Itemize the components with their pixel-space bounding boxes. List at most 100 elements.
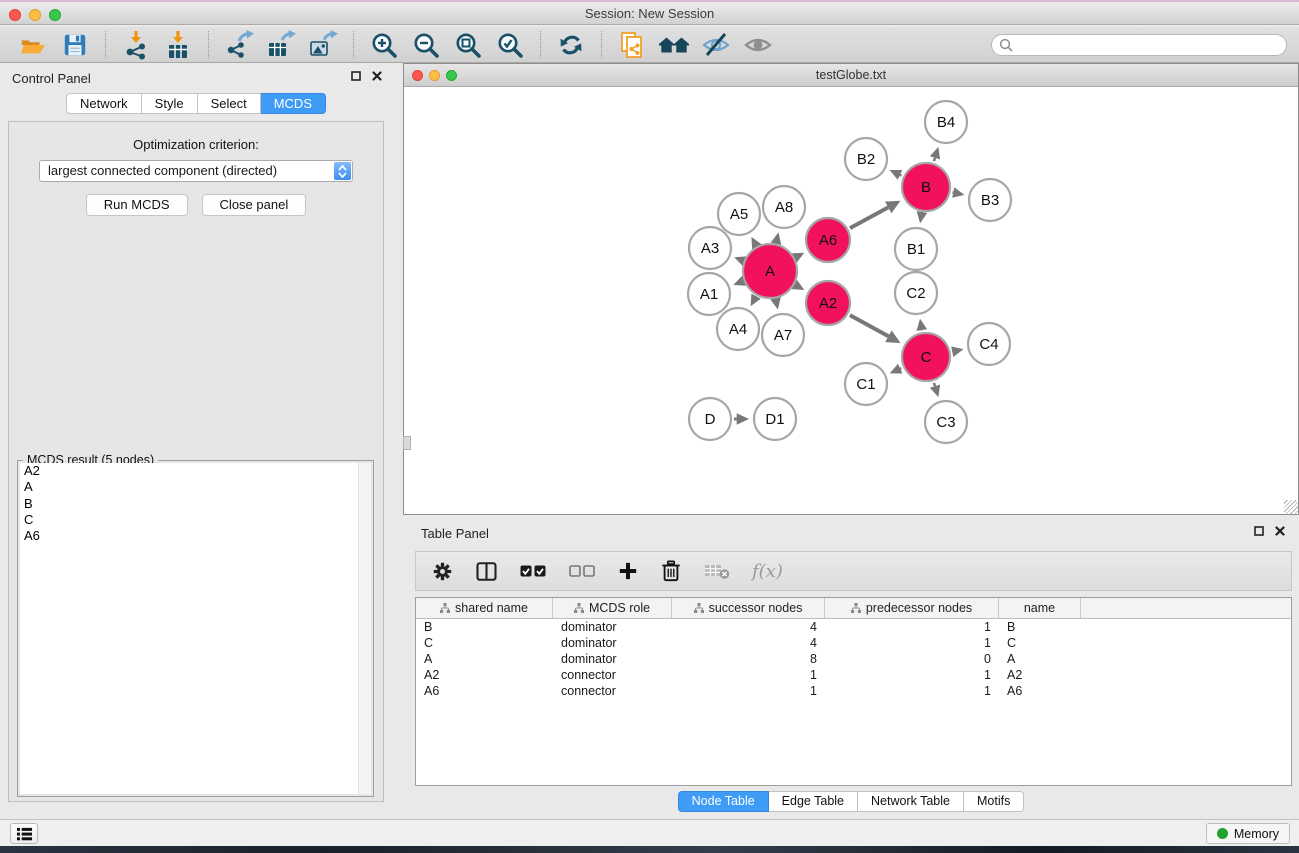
table-row[interactable]: Bdominator41B: [416, 619, 1291, 635]
mcds-result-group: MCDS result (5 nodes) A2ABCA6: [17, 460, 374, 797]
show-columns-icon[interactable]: [475, 561, 498, 582]
table-cell: A2: [999, 668, 1081, 682]
splitter-handle[interactable]: [403, 436, 411, 450]
status-bar: Memory: [0, 819, 1299, 846]
close-panel-icon[interactable]: [372, 71, 382, 81]
import-network-button[interactable]: [118, 30, 154, 60]
zoom-window-button[interactable]: [49, 9, 61, 21]
tab-network[interactable]: Network: [66, 93, 142, 114]
export-table-button[interactable]: [263, 30, 299, 60]
toolbar-separator: [105, 31, 106, 58]
table-row[interactable]: A2connector11A2: [416, 667, 1291, 683]
tab-mcds[interactable]: MCDS: [261, 93, 326, 114]
scrollbar-track[interactable]: [358, 463, 371, 794]
settings-gear-icon[interactable]: [432, 561, 453, 582]
column-header-MCDS-role[interactable]: MCDS role: [553, 598, 672, 618]
run-mcds-button[interactable]: Run MCDS: [86, 194, 188, 216]
network-canvas[interactable]: B4B2BB3A8A5A6B1A3AC2A1A2A4A7C4CC1DD1C3: [405, 88, 1297, 513]
table-panel: Table Panel: [403, 518, 1299, 819]
float-table-panel-icon[interactable]: [1254, 526, 1264, 536]
save-session-button[interactable]: [57, 30, 93, 60]
graph-edge[interactable]: [850, 207, 888, 228]
delete-column-trash-icon[interactable]: [660, 559, 682, 583]
table-cell: dominator: [553, 636, 672, 650]
document-network-button[interactable]: [614, 30, 650, 60]
graph-edge[interactable]: [934, 383, 935, 386]
task-history-button[interactable]: [10, 823, 38, 844]
mcds-result-list[interactable]: A2ABCA6: [20, 463, 371, 794]
zoom-out-button[interactable]: [408, 30, 444, 60]
close-panel-button[interactable]: Close panel: [202, 194, 307, 216]
export-network-button[interactable]: [221, 30, 257, 60]
search-input[interactable]: [1013, 38, 1279, 52]
network-close-button[interactable]: [412, 70, 423, 81]
tab-style[interactable]: Style: [142, 93, 198, 114]
delete-table-icon[interactable]: [704, 562, 730, 580]
criterion-select[interactable]: largest connected component (directed): [39, 160, 353, 182]
refresh-button[interactable]: [553, 30, 589, 60]
table-cell: 1: [825, 684, 999, 698]
memory-label: Memory: [1234, 827, 1279, 841]
node-label: A1: [700, 286, 718, 303]
graph-edge[interactable]: [900, 368, 901, 369]
eye-slash-button[interactable]: [698, 30, 734, 60]
list-item[interactable]: C: [20, 512, 371, 528]
search-field[interactable]: [991, 34, 1287, 56]
export-image-button[interactable]: [305, 30, 341, 60]
list-item[interactable]: A: [20, 479, 371, 495]
graph-edge[interactable]: [900, 175, 902, 176]
graph-edge[interactable]: [934, 158, 935, 161]
node-table[interactable]: shared nameMCDS rolesuccessor nodesprede…: [415, 597, 1292, 786]
function-builder-icon[interactable]: f(x): [752, 561, 783, 582]
add-column-icon[interactable]: [618, 561, 638, 581]
deselect-all-checkboxes-icon[interactable]: [569, 564, 596, 578]
table-cell: B: [999, 620, 1081, 634]
column-header-name[interactable]: name: [999, 598, 1081, 618]
refresh-icon: [557, 31, 585, 59]
network-graph[interactable]: B4B2BB3A8A5A6B1A3AC2A1A2A4A7C4CC1DD1C3: [405, 88, 1297, 514]
arrowhead-icon: [930, 147, 940, 160]
tab-network-table[interactable]: Network Table: [858, 791, 964, 812]
list-item[interactable]: A6: [20, 528, 371, 544]
column-header-predecessor-nodes[interactable]: predecessor nodes: [825, 598, 999, 618]
tab-select[interactable]: Select: [198, 93, 261, 114]
list-item[interactable]: B: [20, 496, 371, 512]
node-label: B4: [937, 114, 955, 131]
arrowhead-icon: [930, 385, 940, 398]
network-minimize-button[interactable]: [429, 70, 440, 81]
network-zoom-button[interactable]: [446, 70, 457, 81]
select-all-checkboxes-icon[interactable]: [520, 564, 547, 578]
resize-grip-icon[interactable]: [1284, 500, 1298, 514]
minimize-window-button[interactable]: [29, 9, 41, 21]
node-label: C4: [979, 336, 998, 353]
control-panel-title: Control Panel: [12, 71, 91, 86]
table-row[interactable]: Cdominator41C: [416, 635, 1291, 651]
zoom-selected-button[interactable]: [492, 30, 528, 60]
list-icon: [16, 826, 33, 842]
table-row[interactable]: Adominator80A: [416, 651, 1291, 667]
tab-edge-table[interactable]: Edge Table: [769, 791, 858, 812]
tab-motifs[interactable]: Motifs: [964, 791, 1024, 812]
import-table-button[interactable]: [160, 30, 196, 60]
double-home-icon: [658, 32, 690, 58]
table-cell: A6: [999, 684, 1081, 698]
graph-edge[interactable]: [850, 315, 889, 336]
mcds-tab-content: Optimization criterion: largest connecte…: [8, 121, 384, 802]
tab-node-table[interactable]: Node Table: [678, 791, 769, 812]
open-file-button[interactable]: [15, 30, 51, 60]
import-network-icon: [121, 30, 151, 60]
double-home-button[interactable]: [656, 30, 692, 60]
close-window-button[interactable]: [9, 9, 21, 21]
eye-button[interactable]: [740, 30, 776, 60]
list-item[interactable]: A2: [20, 463, 371, 479]
zoom-in-button[interactable]: [366, 30, 402, 60]
table-row[interactable]: A6connector11A6: [416, 683, 1291, 699]
column-header-shared-name[interactable]: shared name: [416, 598, 553, 618]
table-cell: 1: [825, 668, 999, 682]
close-table-panel-icon[interactable]: [1275, 526, 1285, 536]
column-header-successor-nodes[interactable]: successor nodes: [672, 598, 825, 618]
zoom-fit-button[interactable]: [450, 30, 486, 60]
zoom-fit-icon: [454, 31, 482, 59]
float-panel-icon[interactable]: [351, 71, 361, 81]
memory-button[interactable]: Memory: [1206, 823, 1290, 844]
